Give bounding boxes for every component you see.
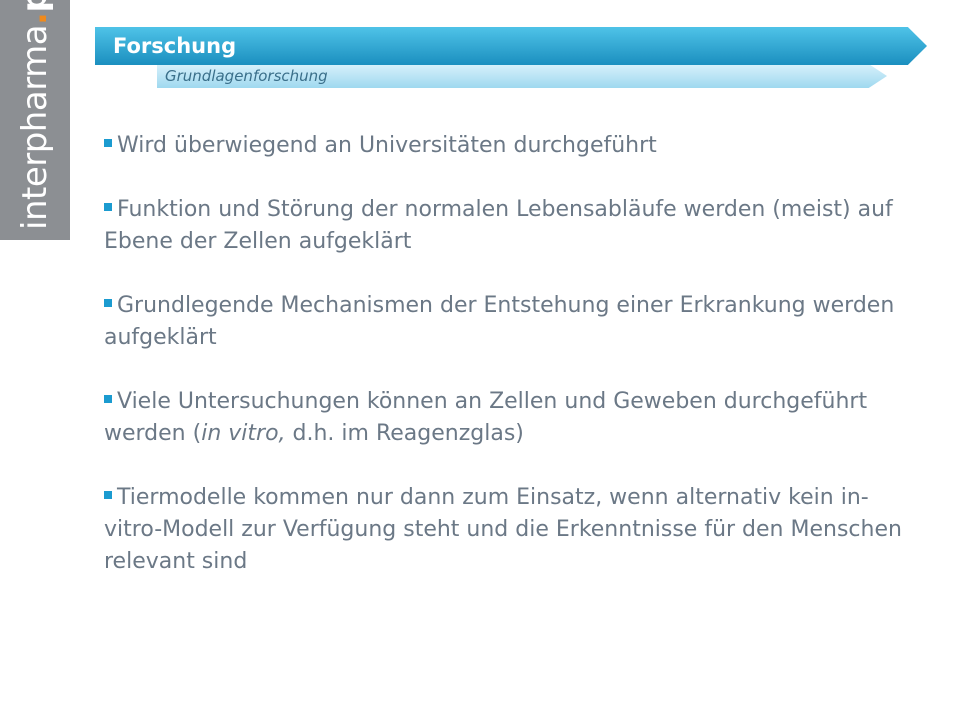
bullet-square-icon <box>104 299 112 307</box>
logo-text-bold: ph <box>15 0 55 13</box>
bullet-text: Grundlegende Mechanismen der Entstehung … <box>104 293 895 350</box>
bullet-item: Tiermodelle kommen nur dann zum Einsatz,… <box>104 482 904 578</box>
bullet-square-icon <box>104 491 112 499</box>
bullet-square-icon <box>104 203 112 211</box>
bullet-text: Wird überwiegend an Universitäten durchg… <box>117 133 657 158</box>
bullet-text: Funktion und Störung der normalen Lebens… <box>104 197 893 254</box>
interpharma-logo: interpharma.ph <box>15 0 55 240</box>
bullet-item: Grundlegende Mechanismen der Entstehung … <box>104 290 904 354</box>
bullet-square-icon <box>104 395 112 403</box>
bullet-item: Viele Untersuchungen können an Zellen un… <box>104 386 904 450</box>
slide-subtitle: Grundlagenforschung <box>165 67 328 85</box>
bullet-text-italic: in vitro, <box>201 421 286 446</box>
logo-dot: . <box>15 12 55 25</box>
bullet-square-icon <box>104 139 112 147</box>
bullet-list: Wird überwiegend an Universitäten durchg… <box>104 130 904 610</box>
bullet-text: d.h. im Reagenzglas) <box>285 421 524 446</box>
logo-text-thin: interpharma <box>15 24 55 230</box>
bullet-text: Tiermodelle kommen nur dann zum Einsatz,… <box>104 485 902 574</box>
slide-title: Forschung <box>113 34 237 58</box>
bullet-item: Wird überwiegend an Universitäten durchg… <box>104 130 904 162</box>
bullet-item: Funktion und Störung der normalen Lebens… <box>104 194 904 258</box>
